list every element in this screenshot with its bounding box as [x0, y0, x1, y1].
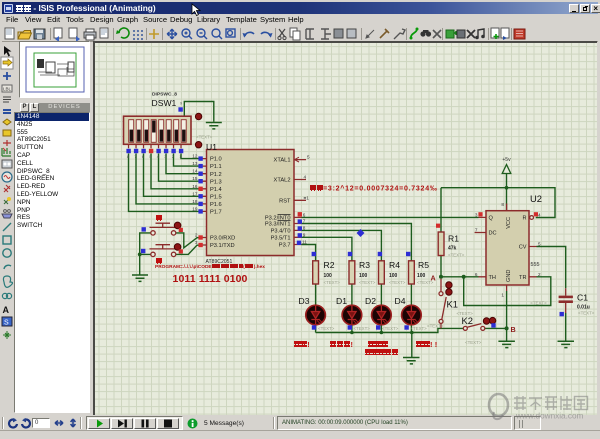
svg-text:A: A [3, 305, 10, 315]
svg-text:LBL: LBL [3, 87, 12, 92]
svg-text:S: S [4, 320, 9, 327]
